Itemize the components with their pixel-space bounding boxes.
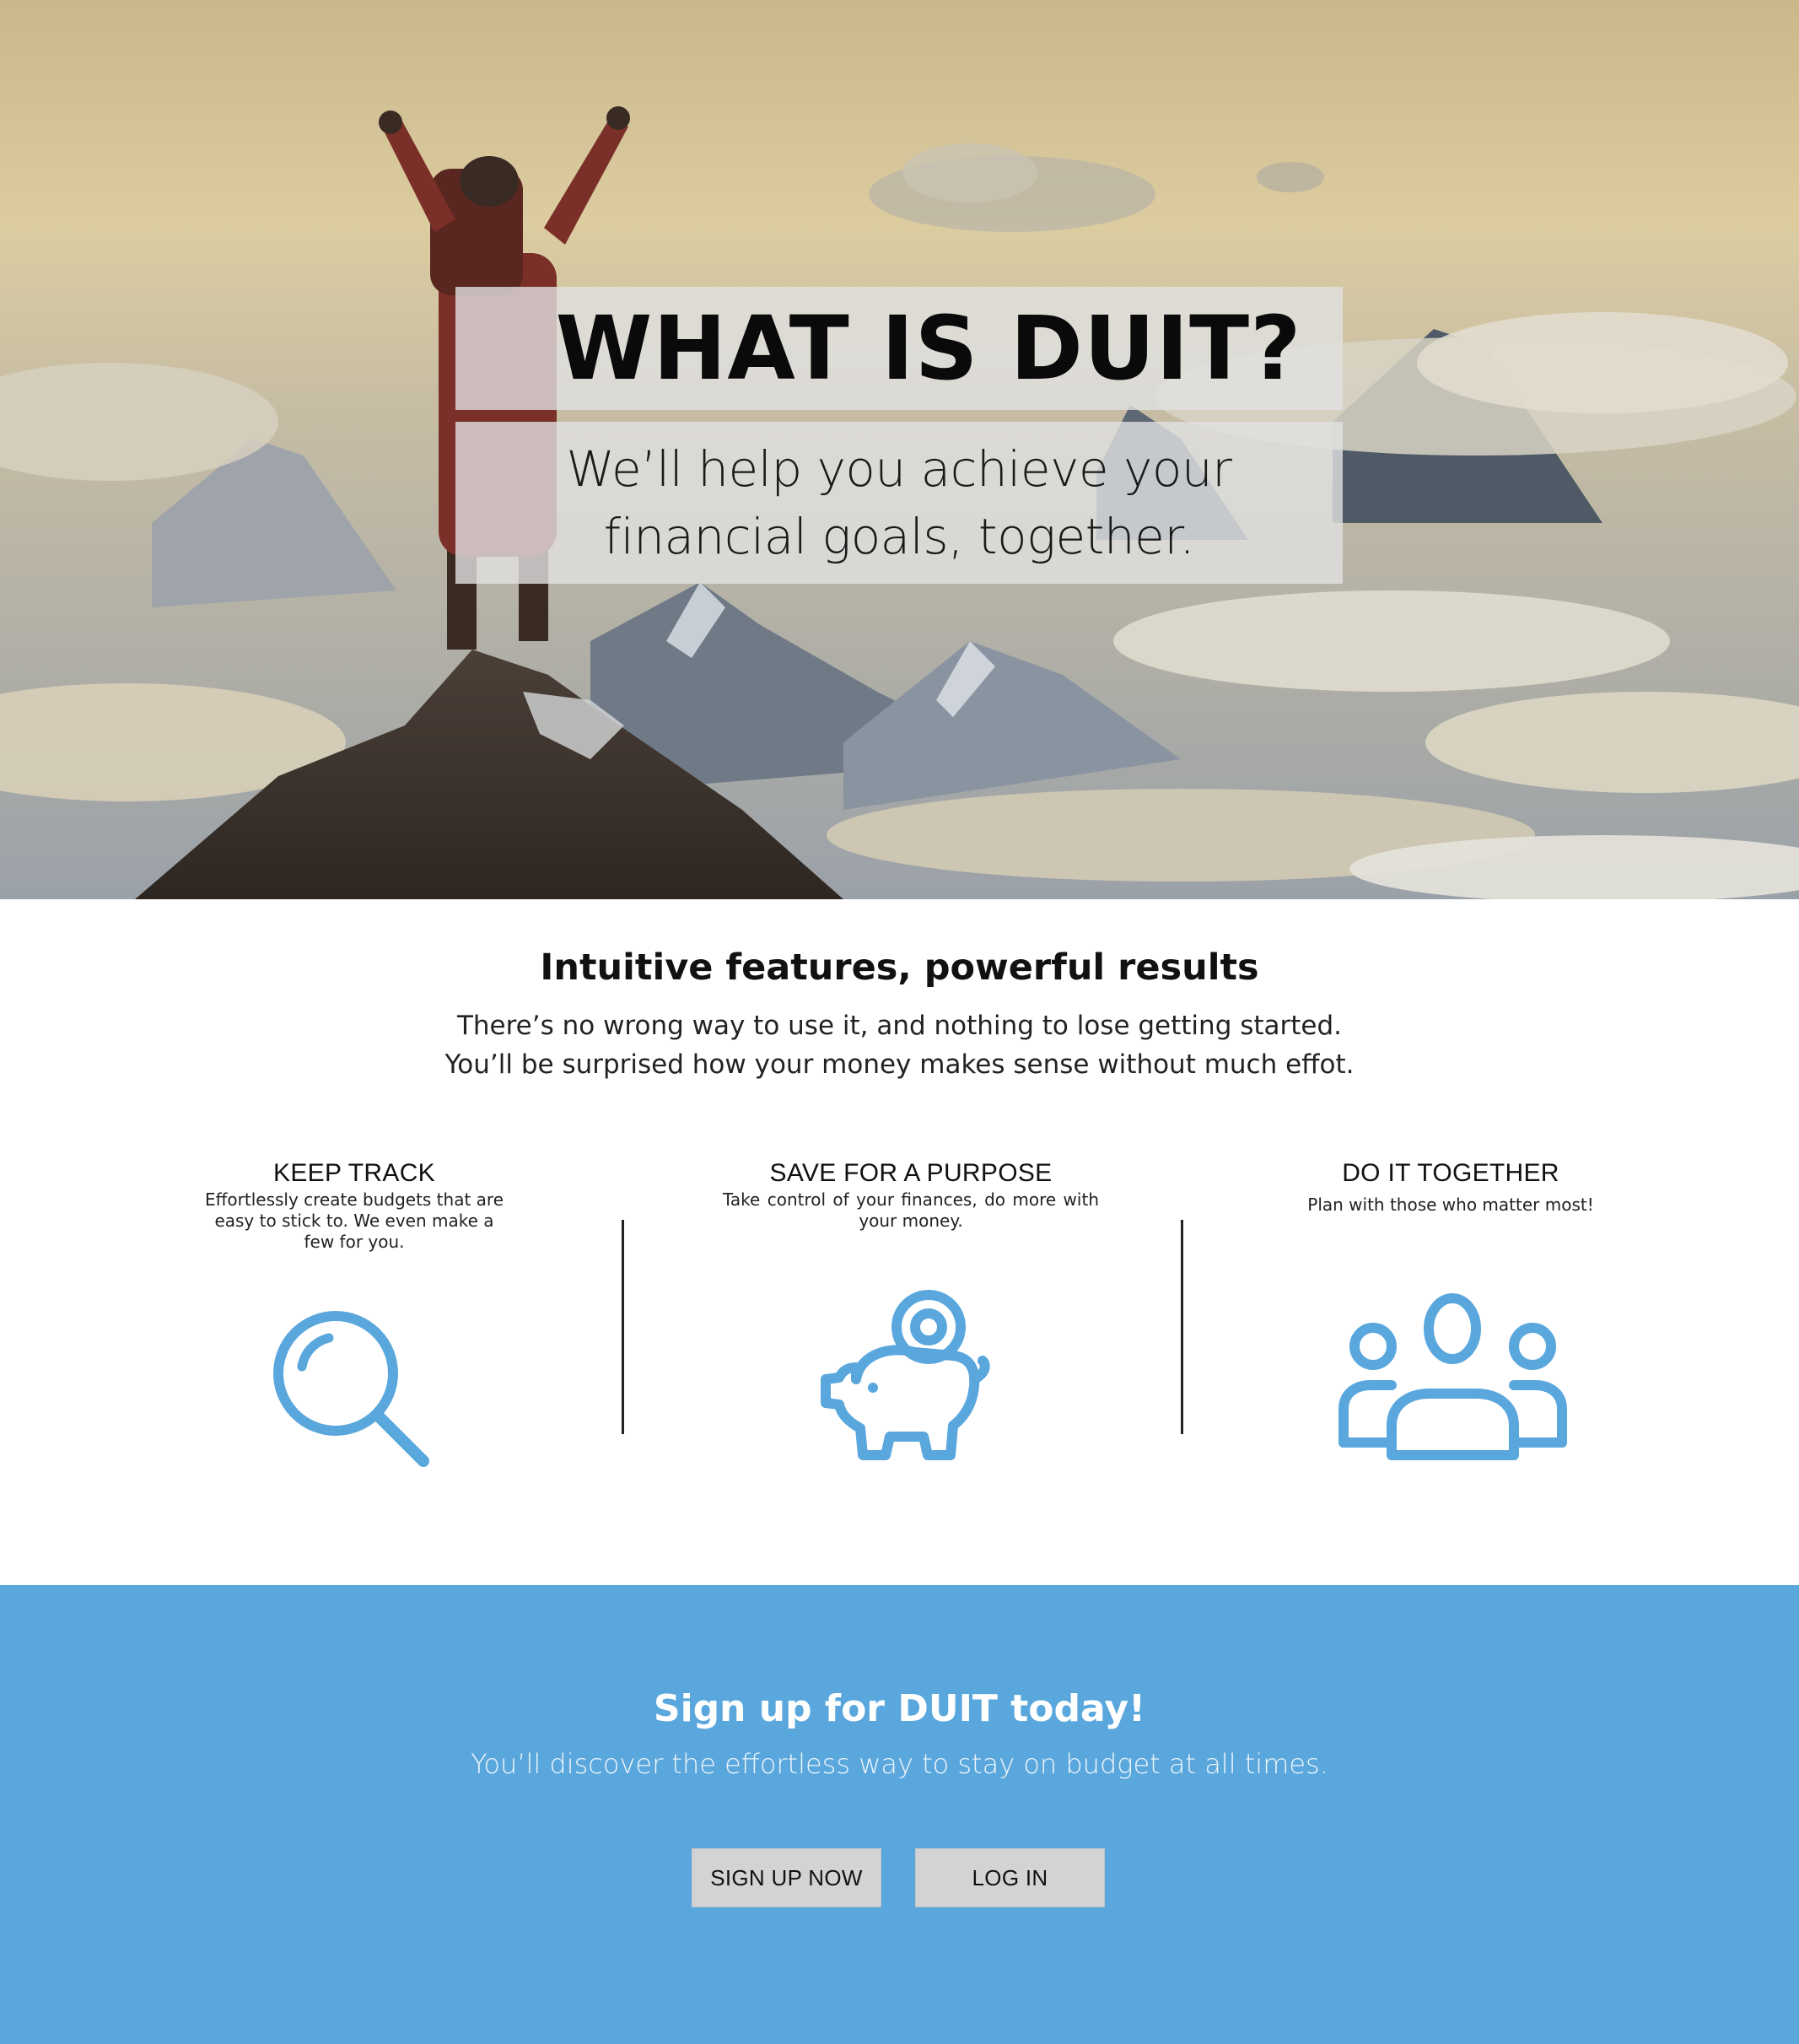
signup-cta-section: Sign up for DUIT today! You’ll discover … [0, 1585, 1799, 2044]
hero-subtitle-box: We’ll help you achieve your financial go… [455, 422, 1343, 584]
feature-divider [1181, 1220, 1183, 1434]
features-heading: Intuitive features, powerful results [540, 946, 1259, 989]
feature-text: Take control of your finances, do more w… [723, 1189, 1099, 1231]
feature-do-it-together: DO IT TOGETHER Plan with those who matte… [1282, 1159, 1619, 1216]
feature-title: DO IT TOGETHER [1342, 1159, 1559, 1187]
feature-save-for-a-purpose: SAVE FOR A PURPOSE Take control of your … [708, 1159, 1113, 1232]
hero-section: WHAT IS DUIT? We’ll help you achieve you… [0, 0, 1799, 899]
search-icon [273, 1311, 429, 1467]
feature-divider [622, 1220, 624, 1434]
hero-title: WHAT IS DUIT? [555, 297, 1302, 400]
features-description-line-1: There’s no wrong way to use it, and noth… [456, 1011, 1343, 1041]
hero-title-box: WHAT IS DUIT? [455, 287, 1343, 410]
features-description: There’s no wrong way to use it, and noth… [0, 1006, 1799, 1084]
features-description-line-2: You’ll be surprised how your money makes… [444, 1049, 1355, 1080]
feature-text: Plan with those who matter most! [1307, 1195, 1594, 1215]
cta-heading: Sign up for DUIT today! [653, 1687, 1146, 1730]
sign-up-button[interactable]: SIGN UP NOW [692, 1848, 881, 1907]
hero-subtitle: We’ll help you achieve your financial go… [566, 440, 1232, 565]
feature-title: KEEP TRACK [273, 1159, 435, 1187]
feature-text: Effortlessly create budgets that are eas… [204, 1189, 504, 1252]
group-icon [1338, 1293, 1567, 1460]
log-in-button[interactable]: LOG IN [915, 1848, 1105, 1907]
piggy-bank-icon [821, 1290, 990, 1460]
feature-title: SAVE FOR A PURPOSE [769, 1159, 1053, 1187]
feature-keep-track: KEEP TRACK Effortlessly create budgets t… [202, 1159, 506, 1253]
cta-text: You’ll discover the effortless way to st… [471, 1748, 1328, 1780]
